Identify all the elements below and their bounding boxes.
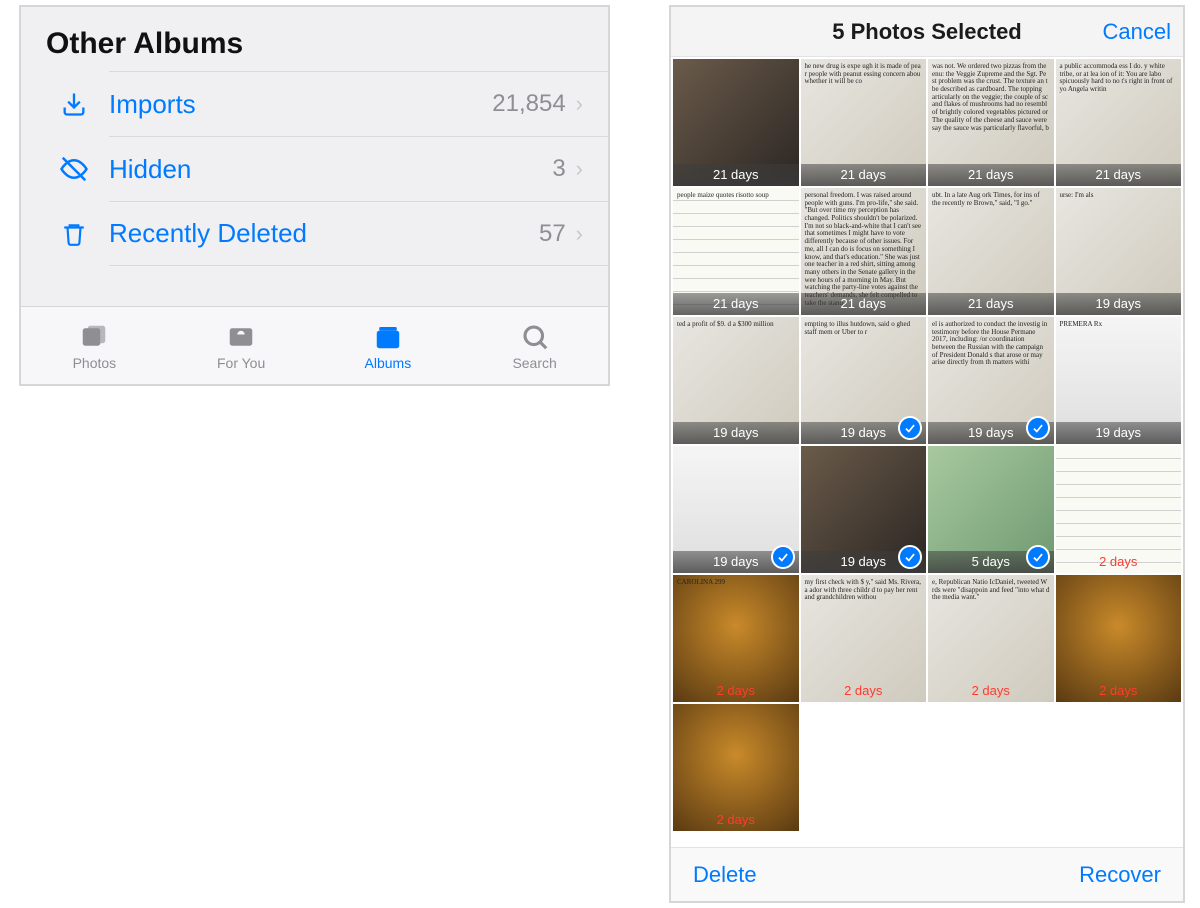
other-albums-list: Imports 21,854 › Hidden 3 › Recently Del… <box>21 71 608 266</box>
thumb-content-text: CAROLINA 299 <box>677 579 725 587</box>
list-item-hidden[interactable]: Hidden 3 › <box>109 136 608 201</box>
list-item-label: Recently Deleted <box>109 218 539 249</box>
list-item-label: Imports <box>109 89 492 120</box>
tab-label: Albums <box>365 355 412 371</box>
photo-thumb[interactable]: Are people wired to beat up robots? INSI… <box>801 446 927 573</box>
selected-check-icon <box>898 545 922 569</box>
list-item-count: 21,854 <box>492 90 565 118</box>
albums-icon <box>372 321 404 353</box>
days-remaining-label: 21 days <box>801 293 927 315</box>
tab-photos[interactable]: Photos <box>21 307 168 384</box>
photo-thumb[interactable]: 19 days <box>673 446 799 573</box>
cancel-button[interactable]: Cancel <box>1103 19 1171 45</box>
days-remaining-label: 19 days <box>673 422 799 444</box>
tab-label: Search <box>512 355 556 371</box>
thumb-content-text: PREMERA Rx <box>1060 321 1103 329</box>
chevron-right-icon: › <box>576 91 583 117</box>
tab-label: Photos <box>73 355 117 371</box>
other-albums-heading: Other Albums <box>21 7 608 71</box>
tab-for-you[interactable]: For You <box>168 307 315 384</box>
photo-thumb[interactable]: 5 days <box>928 446 1054 573</box>
tab-albums[interactable]: Albums <box>315 307 462 384</box>
thumb-content-text: a public accommoda ess I do. y white tri… <box>1060 63 1178 94</box>
selected-check-icon <box>1026 545 1050 569</box>
photo-thumb[interactable]: el is authorized to conduct the investig… <box>928 317 1054 444</box>
tab-bar: Photos For You Albums Search <box>21 306 608 384</box>
thumb-content-text: empting to illus hutdown, said o ghed st… <box>805 321 923 336</box>
chevron-right-icon: › <box>576 156 583 182</box>
photo-thumb[interactable]: PREMERA Rx 19 days <box>1056 317 1182 444</box>
photo-thumb[interactable]: 2 days <box>1056 446 1182 573</box>
days-remaining-label: 21 days <box>1056 164 1182 186</box>
photo-thumb[interactable]: empting to illus hutdown, said o ghed st… <box>801 317 927 444</box>
thumb-content-text: personal freedom. I was raised around pe… <box>805 192 923 307</box>
trash-icon <box>59 219 89 249</box>
thumb-content-text: ubt. In a late Aug ork Times, for ins of… <box>932 192 1050 207</box>
delete-button[interactable]: Delete <box>693 862 757 888</box>
thumb-content-text: Despite Big House Losses, G.O.P. Shows N… <box>677 63 795 78</box>
days-remaining-label: 2 days <box>1056 551 1182 573</box>
chevron-right-icon: › <box>576 221 583 247</box>
import-icon <box>59 89 89 119</box>
days-remaining-label: 2 days <box>673 680 799 702</box>
selected-check-icon <box>1026 416 1050 440</box>
selection-toolbar: Delete Recover <box>671 847 1183 901</box>
days-remaining-label: 2 days <box>673 809 799 831</box>
hidden-icon <box>59 154 89 184</box>
days-remaining-label: 2 days <box>928 680 1054 702</box>
photos-icon <box>78 321 110 353</box>
photo-thumb[interactable]: ted a profit of $9. d a $300 million 19 d… <box>673 317 799 444</box>
photo-thumb[interactable]: 2 days <box>673 704 799 831</box>
foryou-icon <box>225 321 257 353</box>
photo-thumb[interactable]: e, Republican Natio IcDaniel, tweeted W … <box>928 575 1054 702</box>
days-remaining-label: 19 days <box>1056 422 1182 444</box>
photo-grid: Despite Big House Losses, G.O.P. Shows N… <box>671 57 1183 847</box>
photo-thumb[interactable]: people maize quotes risotto soup 21 days <box>673 188 799 315</box>
days-remaining-label: 21 days <box>673 164 799 186</box>
list-item-imports[interactable]: Imports 21,854 › <box>109 71 608 136</box>
photo-thumb[interactable]: ubt. In a late Aug ork Times, for ins of… <box>928 188 1054 315</box>
tab-label: For You <box>217 355 265 371</box>
thumb-content-text: e, Republican Natio IcDaniel, tweeted W … <box>932 579 1050 602</box>
photo-thumb[interactable]: was not. We ordered two pizzas from the … <box>928 59 1054 186</box>
selection-header: 5 Photos Selected Cancel <box>671 7 1183 57</box>
thumb-content-text: people maize quotes risotto soup <box>677 192 769 200</box>
photo-thumb[interactable]: 2 days <box>1056 575 1182 702</box>
days-remaining-label: 21 days <box>928 293 1054 315</box>
days-remaining-label: 21 days <box>928 164 1054 186</box>
selected-check-icon <box>771 545 795 569</box>
thumb-content-text: ted a profit of $9. d a $300 million <box>677 321 774 329</box>
list-item-count: 3 <box>552 155 565 183</box>
days-remaining-label: 2 days <box>1056 680 1182 702</box>
list-item-recently-deleted[interactable]: Recently Deleted 57 › <box>109 201 608 266</box>
list-item-count: 57 <box>539 220 566 248</box>
days-remaining-label: 21 days <box>673 293 799 315</box>
thumb-content-text: was not. We ordered two pizzas from the … <box>932 63 1050 132</box>
thumb-content-text: my first check with $ y," said Ms. River… <box>805 579 923 602</box>
photo-thumb[interactable]: Despite Big House Losses, G.O.P. Shows N… <box>673 59 799 186</box>
days-remaining-label: 21 days <box>801 164 927 186</box>
photo-thumb[interactable]: he new drug is expe ugh it is made of pe… <box>801 59 927 186</box>
days-remaining-label: 19 days <box>1056 293 1182 315</box>
thumb-content-text: Are people wired to beat up robots? INSI… <box>805 450 923 473</box>
thumb-content-text: he new drug is expe ugh it is made of pe… <box>805 63 923 86</box>
list-item-label: Hidden <box>109 154 552 185</box>
search-icon <box>519 321 551 353</box>
thumb-content-text: el is authorized to conduct the investig… <box>932 321 1050 367</box>
selected-check-icon <box>898 416 922 440</box>
thumb-content-text: urse: I'm als <box>1060 192 1094 200</box>
recently-deleted-selection-panel: 5 Photos Selected Cancel Despite Big Hou… <box>669 5 1185 903</box>
photo-thumb[interactable]: personal freedom. I was raised around pe… <box>801 188 927 315</box>
photo-thumb[interactable]: urse: I'm als 19 days <box>1056 188 1182 315</box>
photo-thumb[interactable]: my first check with $ y," said Ms. River… <box>801 575 927 702</box>
photo-thumb[interactable]: CAROLINA 299 2 days <box>673 575 799 702</box>
tab-search[interactable]: Search <box>461 307 608 384</box>
albums-other-panel: Other Albums Imports 21,854 › Hidden 3 ›… <box>19 5 610 386</box>
days-remaining-label: 2 days <box>801 680 927 702</box>
recover-button[interactable]: Recover <box>1079 862 1161 888</box>
photo-thumb[interactable]: a public accommoda ess I do. y white tri… <box>1056 59 1182 186</box>
